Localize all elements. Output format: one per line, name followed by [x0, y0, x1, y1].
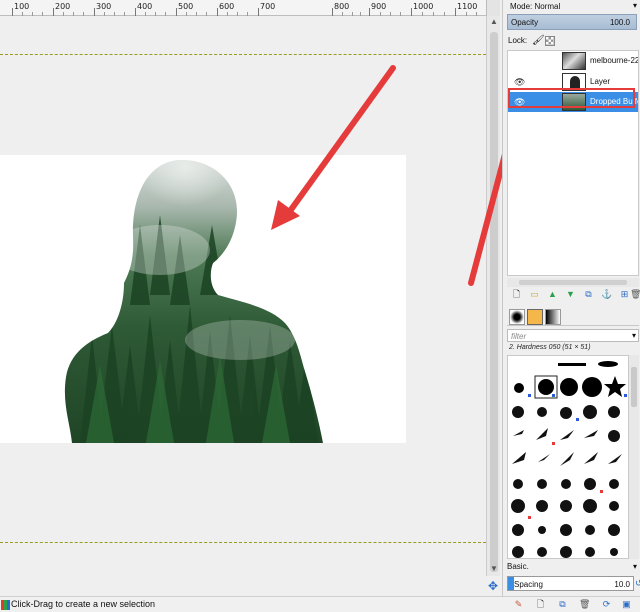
merge-layer-icon[interactable]: ⊞ [619, 289, 630, 300]
opacity-value: 100.0 [609, 18, 630, 27]
new-layer-icon[interactable]: 🗋 [511, 289, 522, 300]
status-text: Click-Drag to create a new selection [11, 599, 156, 609]
lock-label: Lock: [508, 36, 528, 45]
ruler-label: 1100 [457, 2, 478, 11]
mode-dropdown[interactable]: Mode: Normal ▾ [507, 1, 637, 13]
chevron-down-icon[interactable]: ▾ [632, 331, 636, 340]
ruler-label: 500 [178, 2, 194, 11]
brush-filter-input[interactable]: filter ▾ [507, 329, 639, 342]
eye-icon[interactable]: 👁 [514, 77, 525, 87]
layer-name: melbourne-22623 [590, 56, 638, 65]
duplicate-brush-icon[interactable]: ⧉ [557, 599, 568, 610]
lock-pixels-icon[interactable]: 🖌 [532, 35, 545, 46]
new-layer-group-icon[interactable]: ▭ [529, 289, 540, 300]
ruler-label: 600 [219, 2, 235, 11]
tab-brushes[interactable] [509, 309, 525, 325]
status-bar: Click-Drag to create a new selection ✎ 🗋… [0, 596, 640, 612]
layers-horizontal-scrollbar[interactable] [507, 278, 639, 287]
brush-toolbar: ✎ 🗋 ⧉ 🗑 ⟳ ▣ [505, 598, 637, 612]
ruler-label: 400 [137, 2, 153, 11]
brush-grid[interactable] [507, 355, 629, 559]
layer-row[interactable]: melbourne-22623 [508, 51, 638, 71]
ruler-label: 100 [14, 2, 30, 11]
scroll-up-icon[interactable]: ▲ [489, 17, 499, 27]
opacity-label: Opacity [511, 18, 539, 27]
layer-thumbnail [562, 52, 586, 70]
duplicate-layer-icon[interactable]: ⧉ [583, 289, 594, 300]
tab-gradients[interactable] [545, 309, 561, 325]
ruler-label: 700 [260, 2, 276, 11]
ruler-label: 800 [334, 2, 350, 11]
tab-patterns[interactable] [527, 309, 543, 325]
open-brush-as-image-icon[interactable]: ▣ [621, 599, 632, 610]
lock-alpha-icon[interactable] [545, 36, 555, 46]
scroll-down-icon[interactable]: ▼ [489, 564, 499, 574]
scrollbar-thumb[interactable] [519, 280, 627, 285]
opacity-slider[interactable]: Opacity 100.0 [507, 14, 637, 30]
guide-line-bottom[interactable] [0, 542, 486, 543]
delete-layer-icon[interactable]: 🗑 [630, 289, 640, 300]
anchor-layer-icon[interactable]: ⚓ [601, 289, 612, 300]
forest-silhouette-image [64, 160, 323, 443]
brush-preset-dropdown[interactable]: Basic. ▾ [507, 562, 639, 574]
filter-placeholder: filter [511, 332, 527, 341]
layer-name: Layer [590, 77, 611, 86]
ruler-label: 1000 [413, 2, 434, 11]
delete-brush-icon[interactable]: 🗑 [579, 599, 590, 610]
refresh-brushes-icon[interactable]: ⟳ [601, 599, 612, 610]
ruler-label: 200 [55, 2, 71, 11]
layers-toolbar: 🗋 ▭ ▲ ▼ ⧉ ⚓ ⊞ 🗑 [507, 288, 640, 302]
brush-tabs [507, 308, 639, 326]
brush-preset-label: Basic. [507, 562, 529, 571]
spacing-value: 10.0 [614, 580, 630, 589]
canvas-area[interactable]: 100 200 300 400 500 600 700 800 900 1000… [0, 0, 500, 596]
reset-icon[interactable]: ↺ [635, 578, 640, 589]
raise-layer-icon[interactable]: ▲ [547, 289, 558, 300]
selection-tool-icon [1, 600, 10, 610]
ruler-corner [486, 0, 500, 16]
guide-line-top[interactable] [0, 54, 486, 55]
ruler-label: 300 [96, 2, 112, 11]
current-brush-name: 2. Hardness 050 (51 × 51) [509, 344, 591, 351]
chevron-down-icon: ▾ [632, 1, 637, 10]
lower-layer-icon[interactable]: ▼ [565, 289, 576, 300]
navigate-icon[interactable]: ✥ [486, 578, 500, 594]
lock-row: Lock: 🖌 [507, 35, 637, 47]
horizontal-ruler[interactable]: 100 200 300 400 500 600 700 800 900 1000… [0, 0, 486, 16]
chevron-down-icon: ▾ [632, 562, 637, 571]
scrollbar-thumb[interactable] [631, 367, 637, 407]
scrollbar-thumb[interactable] [490, 32, 498, 572]
edit-brush-icon[interactable]: ✎ [513, 599, 524, 610]
brush-thumbnails [511, 361, 627, 558]
selection-highlight-outline [508, 88, 635, 108]
mode-label: Mode: Normal [510, 2, 561, 11]
new-brush-icon[interactable]: 🗋 [535, 599, 546, 610]
layers-list[interactable]: melbourne-22623 👁 Layer 👁 Dropped Buffer [507, 50, 639, 276]
canvas-vertical-scrollbar[interactable]: ▲ ▼ [486, 16, 500, 576]
image-canvas[interactable] [0, 155, 406, 443]
spacing-label: Spacing [514, 580, 543, 589]
spacing-slider[interactable]: Spacing 10.0 [507, 576, 634, 591]
ruler-label: 900 [371, 2, 387, 11]
brush-grid-scrollbar[interactable] [629, 355, 639, 559]
